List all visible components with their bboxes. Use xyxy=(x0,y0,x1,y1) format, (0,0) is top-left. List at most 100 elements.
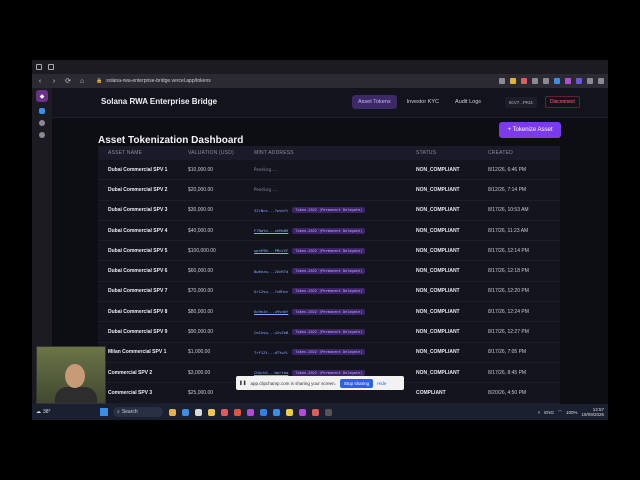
add-icon[interactable] xyxy=(39,132,45,138)
extension-icon[interactable] xyxy=(510,78,516,84)
weather-temp: 38° xyxy=(43,409,51,415)
browser-icon[interactable] xyxy=(234,408,241,416)
extension-icon[interactable] xyxy=(565,78,571,84)
valuation-cell: $80,000.00 xyxy=(188,308,214,315)
folder-icon[interactable] xyxy=(208,408,215,416)
github-icon[interactable] xyxy=(39,120,45,126)
app-icon[interactable] xyxy=(195,408,202,416)
app-icon[interactable] xyxy=(325,408,332,416)
app-icon[interactable] xyxy=(299,408,306,416)
disconnect-button[interactable]: Disconnect xyxy=(545,96,580,108)
taskbar-apps xyxy=(169,408,332,416)
app-icon[interactable] xyxy=(260,408,267,416)
extension-icon[interactable] xyxy=(554,78,560,84)
mint-address-link[interactable]: 3ZrNcx...7wvbYt xyxy=(254,208,288,213)
language-indicator[interactable]: ENG xyxy=(544,410,554,415)
windows-taskbar: ☁ 38° ⌕ Search ˄ ENG ◠ 100% 12:57 19/09/… xyxy=(32,404,608,420)
token-program-badge: Token-2022 (Permanent Delegate) xyxy=(292,268,366,275)
app-icon[interactable] xyxy=(169,408,176,416)
mint-address-link[interactable]: Ko9eJe...u9vdbY xyxy=(254,309,288,314)
screen-share-banner: ❚❚ app.clipchamp.com is sharing your scr… xyxy=(236,376,404,390)
mint-address-cell: F7NqYd...uhMaBH Token-2022 (Permanent Del… xyxy=(254,227,416,234)
asset-name-cell: Dubai Commercial SPV 7 xyxy=(108,288,168,295)
created-cell: 8/17/26, 12:27 PM xyxy=(488,329,529,336)
extension-icon[interactable] xyxy=(543,78,549,84)
col-valuation: VALUATION (USD) xyxy=(188,150,234,156)
tab-bar xyxy=(32,60,608,74)
table-row[interactable]: Dubai Commercial SPV 7 $70,000.00 Ar1Zsq..… xyxy=(98,282,560,303)
tab-icon[interactable] xyxy=(48,64,54,70)
sidebar-app-icon[interactable] xyxy=(39,108,45,114)
asset-name-cell: Dubai Commercial SPV 8 xyxy=(108,308,168,315)
col-created: CREATED xyxy=(488,150,513,156)
address-bar[interactable]: 🔒 solana-rwa-enterprise-bridge.vercel.ap… xyxy=(96,76,396,86)
pause-icon[interactable]: ❚❚ xyxy=(239,380,247,386)
table-row[interactable]: Dubai Commercial SPV 4 $40,000.00 F7NqYd..… xyxy=(98,221,560,242)
lock-icon: 🔒 xyxy=(96,78,103,84)
app-icon[interactable] xyxy=(221,408,228,416)
table-row[interactable]: Milan Commercial SPV 1 $1,000.00 TrF1Zt...… xyxy=(98,343,560,363)
system-tray: ˄ ENG ◠ 100% 12:57 19/09/2026 xyxy=(538,407,604,417)
reload-icon[interactable]: ⟳ xyxy=(64,77,72,85)
share-text: app.clipchamp.com is sharing your screen… xyxy=(250,380,336,386)
token-program-badge: Token-2022 (Permanent Delegate) xyxy=(292,308,366,315)
app-logo-icon[interactable]: ◆ xyxy=(36,90,48,102)
extension-icon[interactable] xyxy=(587,78,593,84)
mint-address-link[interactable]: CHArh6...Wartbm xyxy=(254,370,288,375)
table-row[interactable]: Dubai Commercial SPV 8 $80,000.00 Ko9eJe..… xyxy=(98,302,560,323)
forward-icon[interactable]: › xyxy=(50,78,58,85)
mint-pending: Pending... xyxy=(254,187,279,193)
mint-address-cell: Pending... xyxy=(254,167,416,172)
search-icon: ⌕ xyxy=(117,409,120,415)
app-header: Solana RWA Enterprise Bridge Asset Token… xyxy=(52,88,608,118)
windows-start-icon[interactable] xyxy=(100,408,108,416)
app-icon[interactable] xyxy=(182,408,189,416)
mint-address-link[interactable]: Cm1ksq...u2vZeB xyxy=(254,330,288,335)
taskbar-search[interactable]: ⌕ Search xyxy=(113,407,163,417)
col-asset-name: ASSET NAME xyxy=(108,150,143,156)
asset-name-cell: Dubai Commercial SPV 6 xyxy=(108,268,168,275)
table-row[interactable]: Dubai Commercial SPV 5 $100,000.00 wpnE9N.… xyxy=(98,241,560,262)
wifi-icon[interactable]: ◠ xyxy=(558,409,562,415)
table-row[interactable]: Dubai Commercial SPV 3 $30,000.00 3ZrNcx..… xyxy=(98,201,560,221)
mint-address-cell: Bw6ezq...2XnRTd Token-2022 (Permanent Del… xyxy=(254,268,416,275)
weather-widget[interactable]: ☁ 38° xyxy=(36,409,76,415)
col-mint-address: MINT ADDRESS xyxy=(254,150,294,156)
hide-button[interactable]: Hide xyxy=(377,381,386,386)
clock[interactable]: 12:57 19/09/2026 xyxy=(581,407,604,417)
stop-sharing-button[interactable]: Stop sharing xyxy=(339,378,374,388)
table-row[interactable]: Dubai Commercial SPV 2 $20,000.00 Pending.… xyxy=(98,180,560,201)
mint-address-link[interactable]: wpnE9N...PMcVXF xyxy=(254,248,288,253)
app-icon[interactable] xyxy=(247,408,254,416)
mint-address-link[interactable]: F7NqYd...uhMaBH xyxy=(254,228,288,233)
vscode-icon[interactable] xyxy=(273,408,280,416)
star-icon[interactable] xyxy=(499,78,505,84)
mint-address-link[interactable]: TrF1Zt...dTYwYL xyxy=(254,350,288,355)
battery-level[interactable]: 100% xyxy=(566,410,578,415)
tab-audit-logs[interactable]: Audit Logs xyxy=(449,95,487,109)
app-icon[interactable] xyxy=(312,408,319,416)
extension-icon[interactable] xyxy=(532,78,538,84)
extension-icon[interactable] xyxy=(576,78,582,84)
table-row[interactable]: Dubai Commercial SPV 9 $90,000.00 Cm1ksq..… xyxy=(98,322,560,343)
extension-icon[interactable] xyxy=(521,78,527,84)
token-program-badge: Token-2022 (Permanent Delegate) xyxy=(292,227,366,234)
brand-title: Solana RWA Enterprise Bridge xyxy=(101,97,218,106)
menu-icon[interactable] xyxy=(598,78,604,84)
chevron-up-icon[interactable]: ˄ xyxy=(538,410,541,415)
asset-name-cell: Dubai Commercial SPV 9 xyxy=(108,329,168,336)
tokenize-asset-button[interactable]: + Tokenize Asset xyxy=(499,122,561,138)
mint-address-link[interactable]: Bw6ezq...2XnRTd xyxy=(254,269,288,274)
table-row[interactable]: Dubai Commercial SPV 1 $10,000.00 Pending.… xyxy=(98,160,560,181)
back-icon[interactable]: ‹ xyxy=(36,78,44,85)
tab-investor-kyc[interactable]: Investor KYC xyxy=(401,95,445,109)
status-cell: NON_COMPLIANT xyxy=(416,349,460,356)
page-title: Asset Tokenization Dashboard xyxy=(98,135,244,146)
table-row[interactable]: Dubai Commercial SPV 6 $60,000.00 Bw6ezq..… xyxy=(98,261,560,282)
mint-address-link[interactable]: Ar1Zsq...7xRHzv xyxy=(254,289,288,294)
tab-asset-tokens[interactable]: Asset Tokens xyxy=(352,95,397,109)
tab-icon[interactable] xyxy=(36,64,42,70)
app-icon[interactable] xyxy=(286,408,293,416)
status-cell: NON_COMPLIANT xyxy=(416,308,460,315)
home-icon[interactable]: ⌂ xyxy=(78,78,86,85)
